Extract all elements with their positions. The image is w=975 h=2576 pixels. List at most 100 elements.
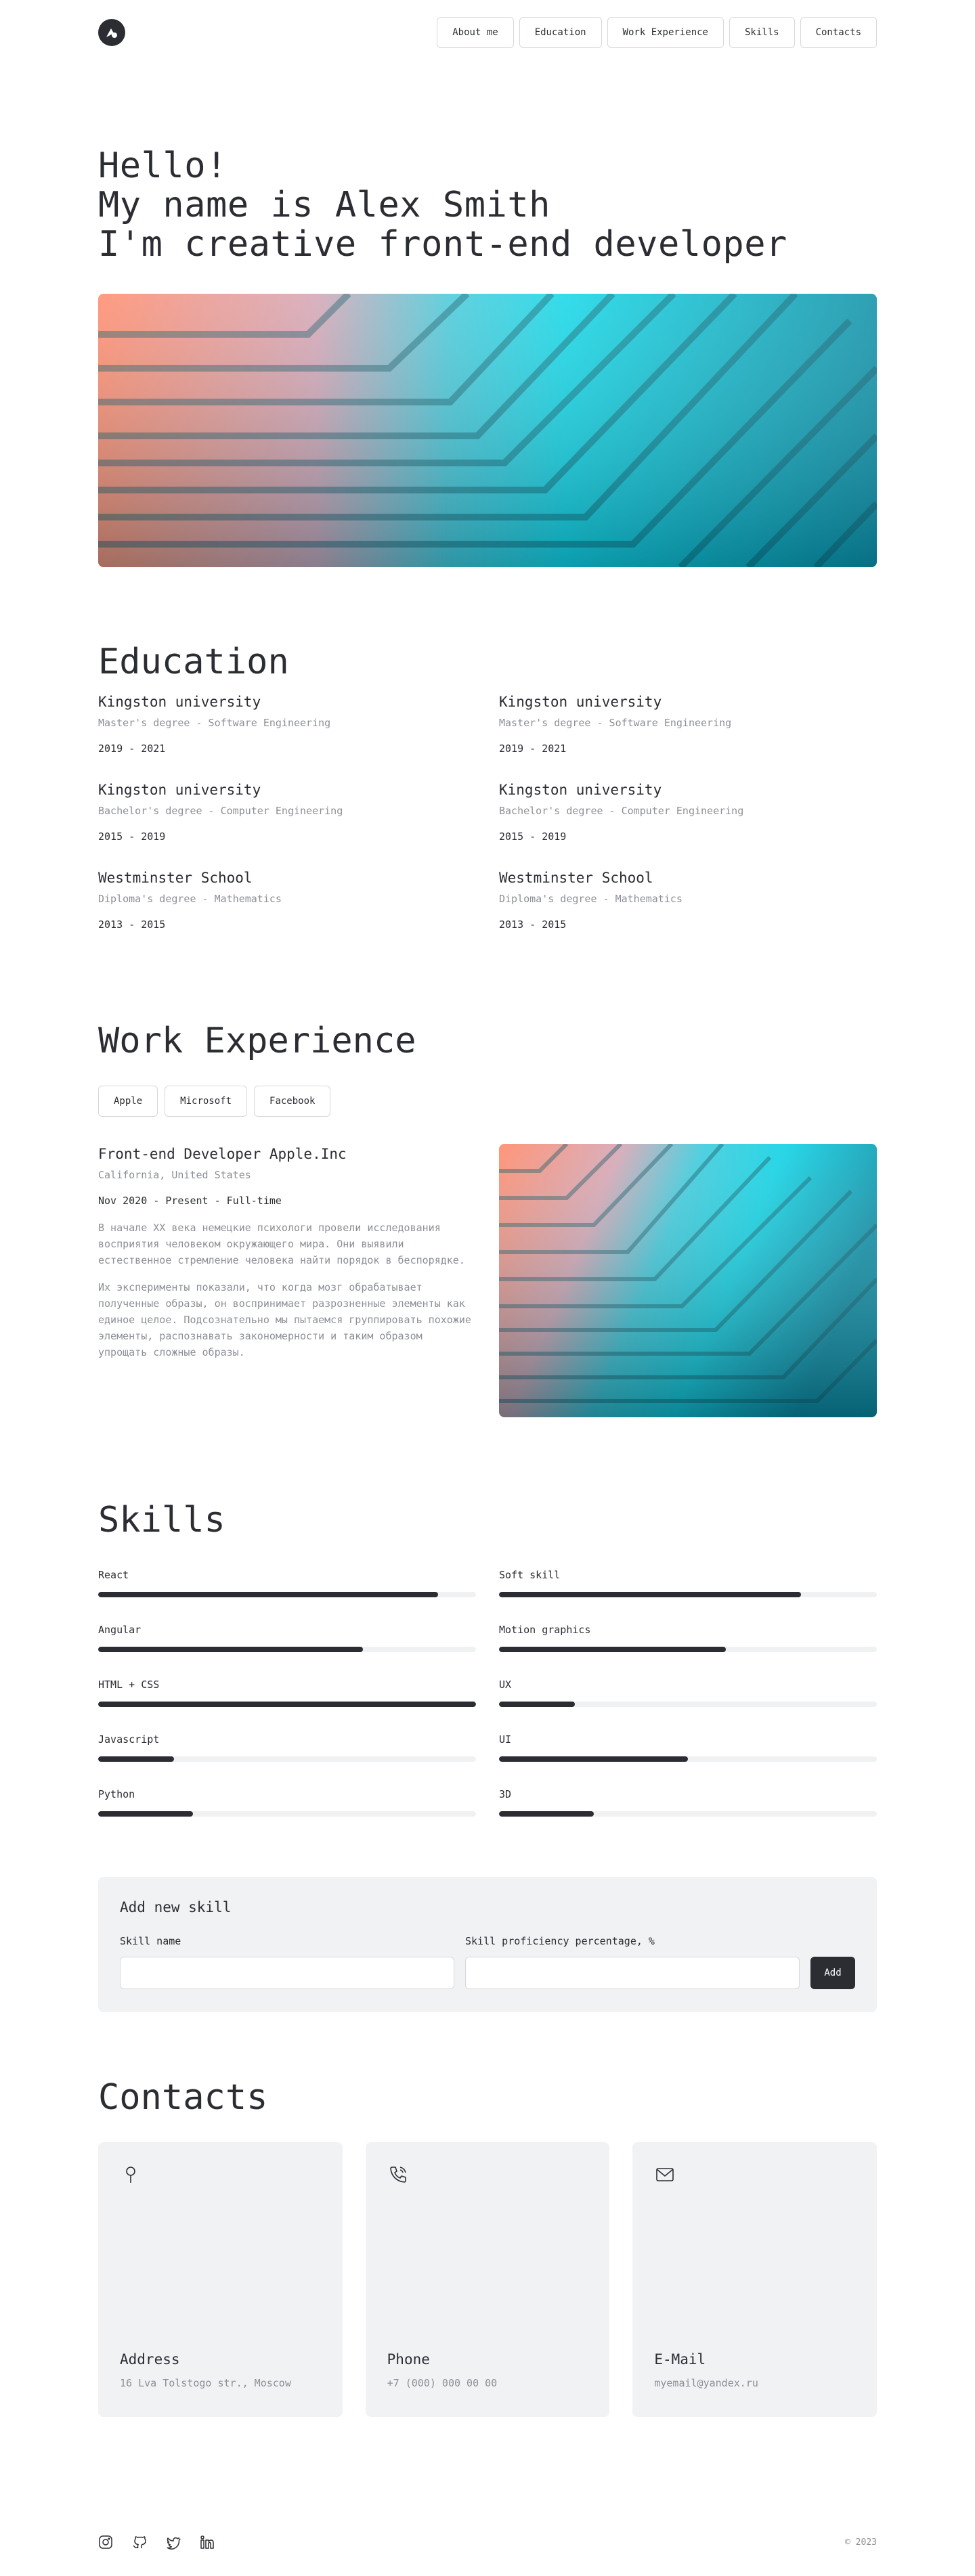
work-title: Work Experience (98, 1021, 416, 1061)
skill-name: UX (499, 1679, 512, 1691)
hero-section: Hello! My name is Alex Smith I'm creativ… (98, 65, 877, 567)
site-header: About me Education Work Experience Skill… (98, 0, 877, 65)
education-years: 2019 - 2021 (499, 742, 567, 755)
github-icon[interactable] (132, 2535, 147, 2550)
skill-name: HTML + CSS (98, 1679, 160, 1691)
education-years: 2015 - 2019 (499, 830, 567, 843)
work-details: Front-end Developer Apple.Inc California… (98, 1144, 877, 1417)
education-degree: Diploma's degree - Mathematics (499, 893, 682, 905)
contact-value[interactable]: myemail@yandex.ru (654, 2375, 758, 2391)
skill-name: 3D (499, 1788, 512, 1800)
job-info: Front-end Developer Apple.Inc California… (98, 1144, 476, 1417)
education-section: Education Kingston university Master's d… (98, 642, 877, 956)
contact-label: E-Mail (654, 2351, 706, 2368)
education-list: Kingston university Master's degree - So… (98, 692, 877, 956)
skill-progress-bar (98, 1702, 476, 1707)
contact-value[interactable]: 16 Lva Tolstogo str., Moscow (120, 2375, 291, 2391)
skills-section: Skills React Soft skill Angular Motion grap… (98, 1500, 877, 2012)
skill-progress-bar (98, 1811, 476, 1817)
skill-item: Angular (98, 1622, 476, 1677)
education-years: 2015 - 2019 (98, 830, 166, 843)
contact-info: E-Mail myemail@yandex.ru (654, 2349, 758, 2391)
education-school: Kingston university (98, 694, 261, 710)
skill-name: Angular (98, 1624, 142, 1636)
mail-icon (656, 2168, 674, 2181)
linkedin-icon[interactable] (200, 2535, 215, 2550)
skill-progress-bar (98, 1756, 476, 1762)
skill-progress-bar (499, 1647, 877, 1652)
contacts-title: Contacts (98, 2077, 268, 2118)
skill-item: Javascript (98, 1732, 476, 1787)
education-degree: Diploma's degree - Mathematics (98, 893, 282, 905)
skill-percent-label: Skill proficiency percentage, % (465, 1935, 655, 1947)
skill-item: React (98, 1568, 476, 1622)
add-skill-row: Skill name Skill proficiency percentage,… (120, 1934, 855, 1989)
education-item: Kingston university Master's degree - So… (98, 692, 476, 780)
skill-item: HTML + CSS (98, 1677, 476, 1732)
job-location: California, United States (98, 1169, 251, 1181)
twitter-icon[interactable] (166, 2535, 181, 2550)
contact-card-phone: Phone +7 (000) 000 00 00 (365, 2142, 610, 2417)
phone-icon (389, 2167, 406, 2183)
skill-name: Javascript (98, 1733, 160, 1746)
job-title: Front-end Developer Apple.Inc (98, 1146, 347, 1162)
education-item: Kingston university Master's degree - So… (499, 692, 877, 780)
education-school: Westminster School (499, 870, 653, 886)
education-title: Education (98, 642, 289, 682)
skill-name: UI (499, 1733, 512, 1746)
skills-title: Skills (98, 1500, 225, 1540)
skill-progress-bar (499, 1811, 877, 1817)
instagram-icon[interactable] (98, 2535, 113, 2550)
nav-contacts-button[interactable]: Contacts (800, 17, 877, 48)
skill-progress-fill (98, 1702, 476, 1707)
job-image (499, 1144, 877, 1417)
site-footer: © 2023 (0, 2531, 975, 2553)
logo-icon (106, 28, 117, 38)
hero-line-2: My name is Alex Smith (98, 185, 550, 225)
education-item: Kingston university Bachelor's degree - … (499, 780, 877, 868)
education-school: Westminster School (98, 870, 253, 886)
skill-item: UI (499, 1732, 877, 1787)
education-years: 2019 - 2021 (98, 742, 166, 755)
work-section: Work Experience Apple Microsoft Facebook… (98, 1021, 877, 1417)
skill-name: Motion graphics (499, 1624, 591, 1636)
education-degree: Master's degree - Software Engineering (499, 717, 732, 729)
job-period: Nov 2020 - Present - Full-time (98, 1195, 282, 1207)
tab-microsoft[interactable]: Microsoft (165, 1086, 248, 1117)
contact-card-email: E-Mail myemail@yandex.ru (632, 2142, 877, 2417)
nav-work-button[interactable]: Work Experience (607, 17, 724, 48)
logo[interactable] (98, 19, 125, 46)
add-skill-button[interactable]: Add (810, 1957, 855, 1989)
skill-progress-bar (499, 1592, 877, 1597)
skill-item: Motion graphics (499, 1622, 877, 1677)
skill-item: Python (98, 1787, 476, 1842)
contacts-section: Contacts Address 16 Lva Tolstogo str., M… (98, 2077, 877, 2417)
location-pin-icon (126, 2167, 135, 2183)
skill-percent-input[interactable] (465, 1957, 800, 1989)
education-school: Kingston university (499, 782, 662, 798)
add-skill-form: Add new skill Skill name Skill proficien… (98, 1877, 877, 2012)
social-links (98, 2535, 215, 2550)
skill-name: React (98, 1569, 129, 1581)
contact-info: Phone +7 (000) 000 00 00 (387, 2349, 498, 2391)
skill-progress-bar (499, 1756, 877, 1762)
hero-image (98, 294, 877, 567)
tab-facebook[interactable]: Facebook (254, 1086, 331, 1117)
tab-apple[interactable]: Apple (98, 1086, 158, 1117)
job-description-1: В начале XX века немецкие психологи пров… (98, 1222, 465, 1266)
education-school: Kingston university (499, 694, 662, 710)
nav-about-button[interactable]: About me (437, 17, 514, 48)
work-tabs: Apple Microsoft Facebook (98, 1086, 877, 1117)
skill-progress-fill (98, 1811, 193, 1817)
skill-progress-bar (98, 1592, 476, 1597)
contacts-list: Address 16 Lva Tolstogo str., Moscow Pho… (98, 2142, 877, 2417)
skill-name-input[interactable] (120, 1957, 454, 1989)
nav-skills-button[interactable]: Skills (729, 17, 795, 48)
skill-progress-bar (98, 1647, 476, 1652)
nav-education-button[interactable]: Education (519, 17, 602, 48)
contact-info: Address 16 Lva Tolstogo str., Moscow (120, 2349, 291, 2391)
hero-heading: Hello! My name is Alex Smith I'm creativ… (98, 146, 877, 264)
education-degree: Bachelor's degree - Computer Engineering (98, 805, 343, 817)
contact-value[interactable]: +7 (000) 000 00 00 (387, 2375, 498, 2391)
skill-progress-fill (499, 1811, 594, 1817)
